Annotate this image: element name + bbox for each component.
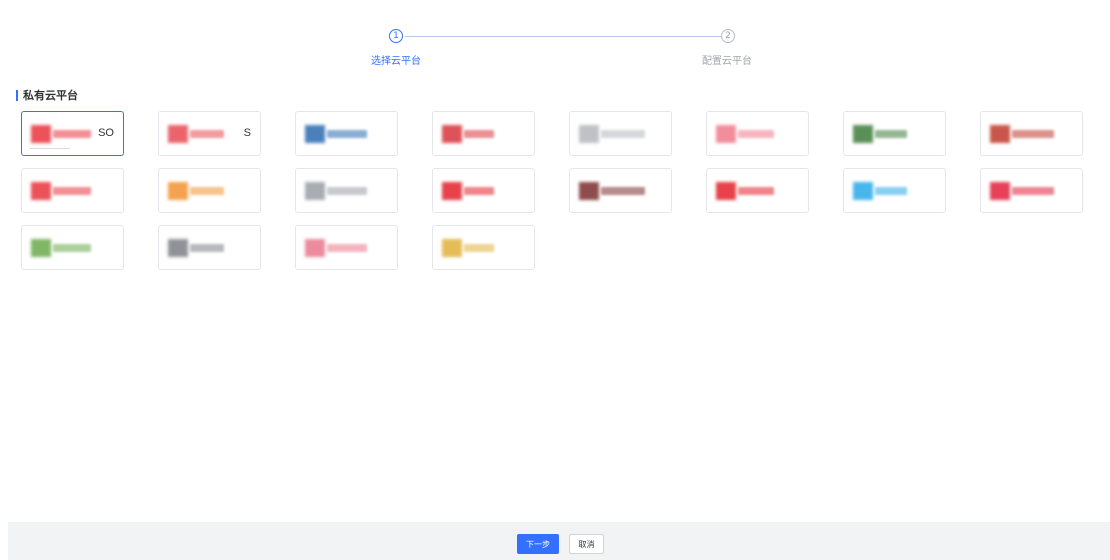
platform-card[interactable] [158,225,261,270]
platform-card[interactable] [843,168,946,213]
platform-logo-icon [579,178,663,204]
platform-logo-icon [305,121,389,147]
platform-card[interactable] [432,225,535,270]
platform-logo-icon [990,178,1074,204]
section-title-text: 私有云平台 [23,89,78,102]
next-step-button[interactable]: 下一步 [517,534,559,554]
platform-logo-icon [31,178,115,204]
platform-card[interactable] [706,111,809,156]
steps-connector [405,36,721,37]
platform-card[interactable]: SO [21,111,124,156]
platform-card[interactable] [21,168,124,213]
platform-logo-icon [853,121,937,147]
platform-card[interactable] [295,111,398,156]
platform-logo-icon [168,121,252,147]
platform-card[interactable]: S [158,111,261,156]
platform-logo-icon [305,235,389,261]
platform-card[interactable] [980,111,1083,156]
step-2-circle: 2 [721,29,735,43]
platform-card[interactable] [569,168,672,213]
platform-card[interactable] [432,168,535,213]
platform-name-text: SO [98,127,114,139]
platform-logo-icon [31,235,115,261]
platform-card[interactable] [569,111,672,156]
platform-logo-icon [442,178,526,204]
section-accent-bar [16,89,18,101]
platform-card[interactable] [843,111,946,156]
footer-bar: 下一步 取消 [8,522,1110,560]
platform-logo-icon [168,235,252,261]
platform-logo-icon [579,121,663,147]
platform-card[interactable] [980,168,1083,213]
cancel-button[interactable]: 取消 [569,534,604,554]
platform-logo-icon [716,178,800,204]
platform-card[interactable] [706,168,809,213]
section-title: 私有云平台 [16,89,78,102]
platform-name-text: S [243,127,251,139]
platform-logo-icon [853,178,937,204]
step-2-label: 配置云平台 [702,56,752,67]
platform-card[interactable] [432,111,535,156]
platform-logo-icon [990,121,1074,147]
platform-logo-icon [716,121,800,147]
step-1-circle: 1 [389,29,403,43]
platform-card[interactable] [158,168,261,213]
platform-card[interactable] [295,168,398,213]
step-1-label: 选择云平台 [371,56,421,67]
platform-card[interactable] [295,225,398,270]
platform-card[interactable] [21,225,124,270]
platform-logo-icon [442,235,526,261]
platform-logo-icon [442,121,526,147]
platform-logo-icon [305,178,389,204]
platform-logo-icon [168,178,252,204]
platform-underline [30,148,70,149]
steps: 1 2 选择云平台 配置云平台 [0,29,1110,69]
